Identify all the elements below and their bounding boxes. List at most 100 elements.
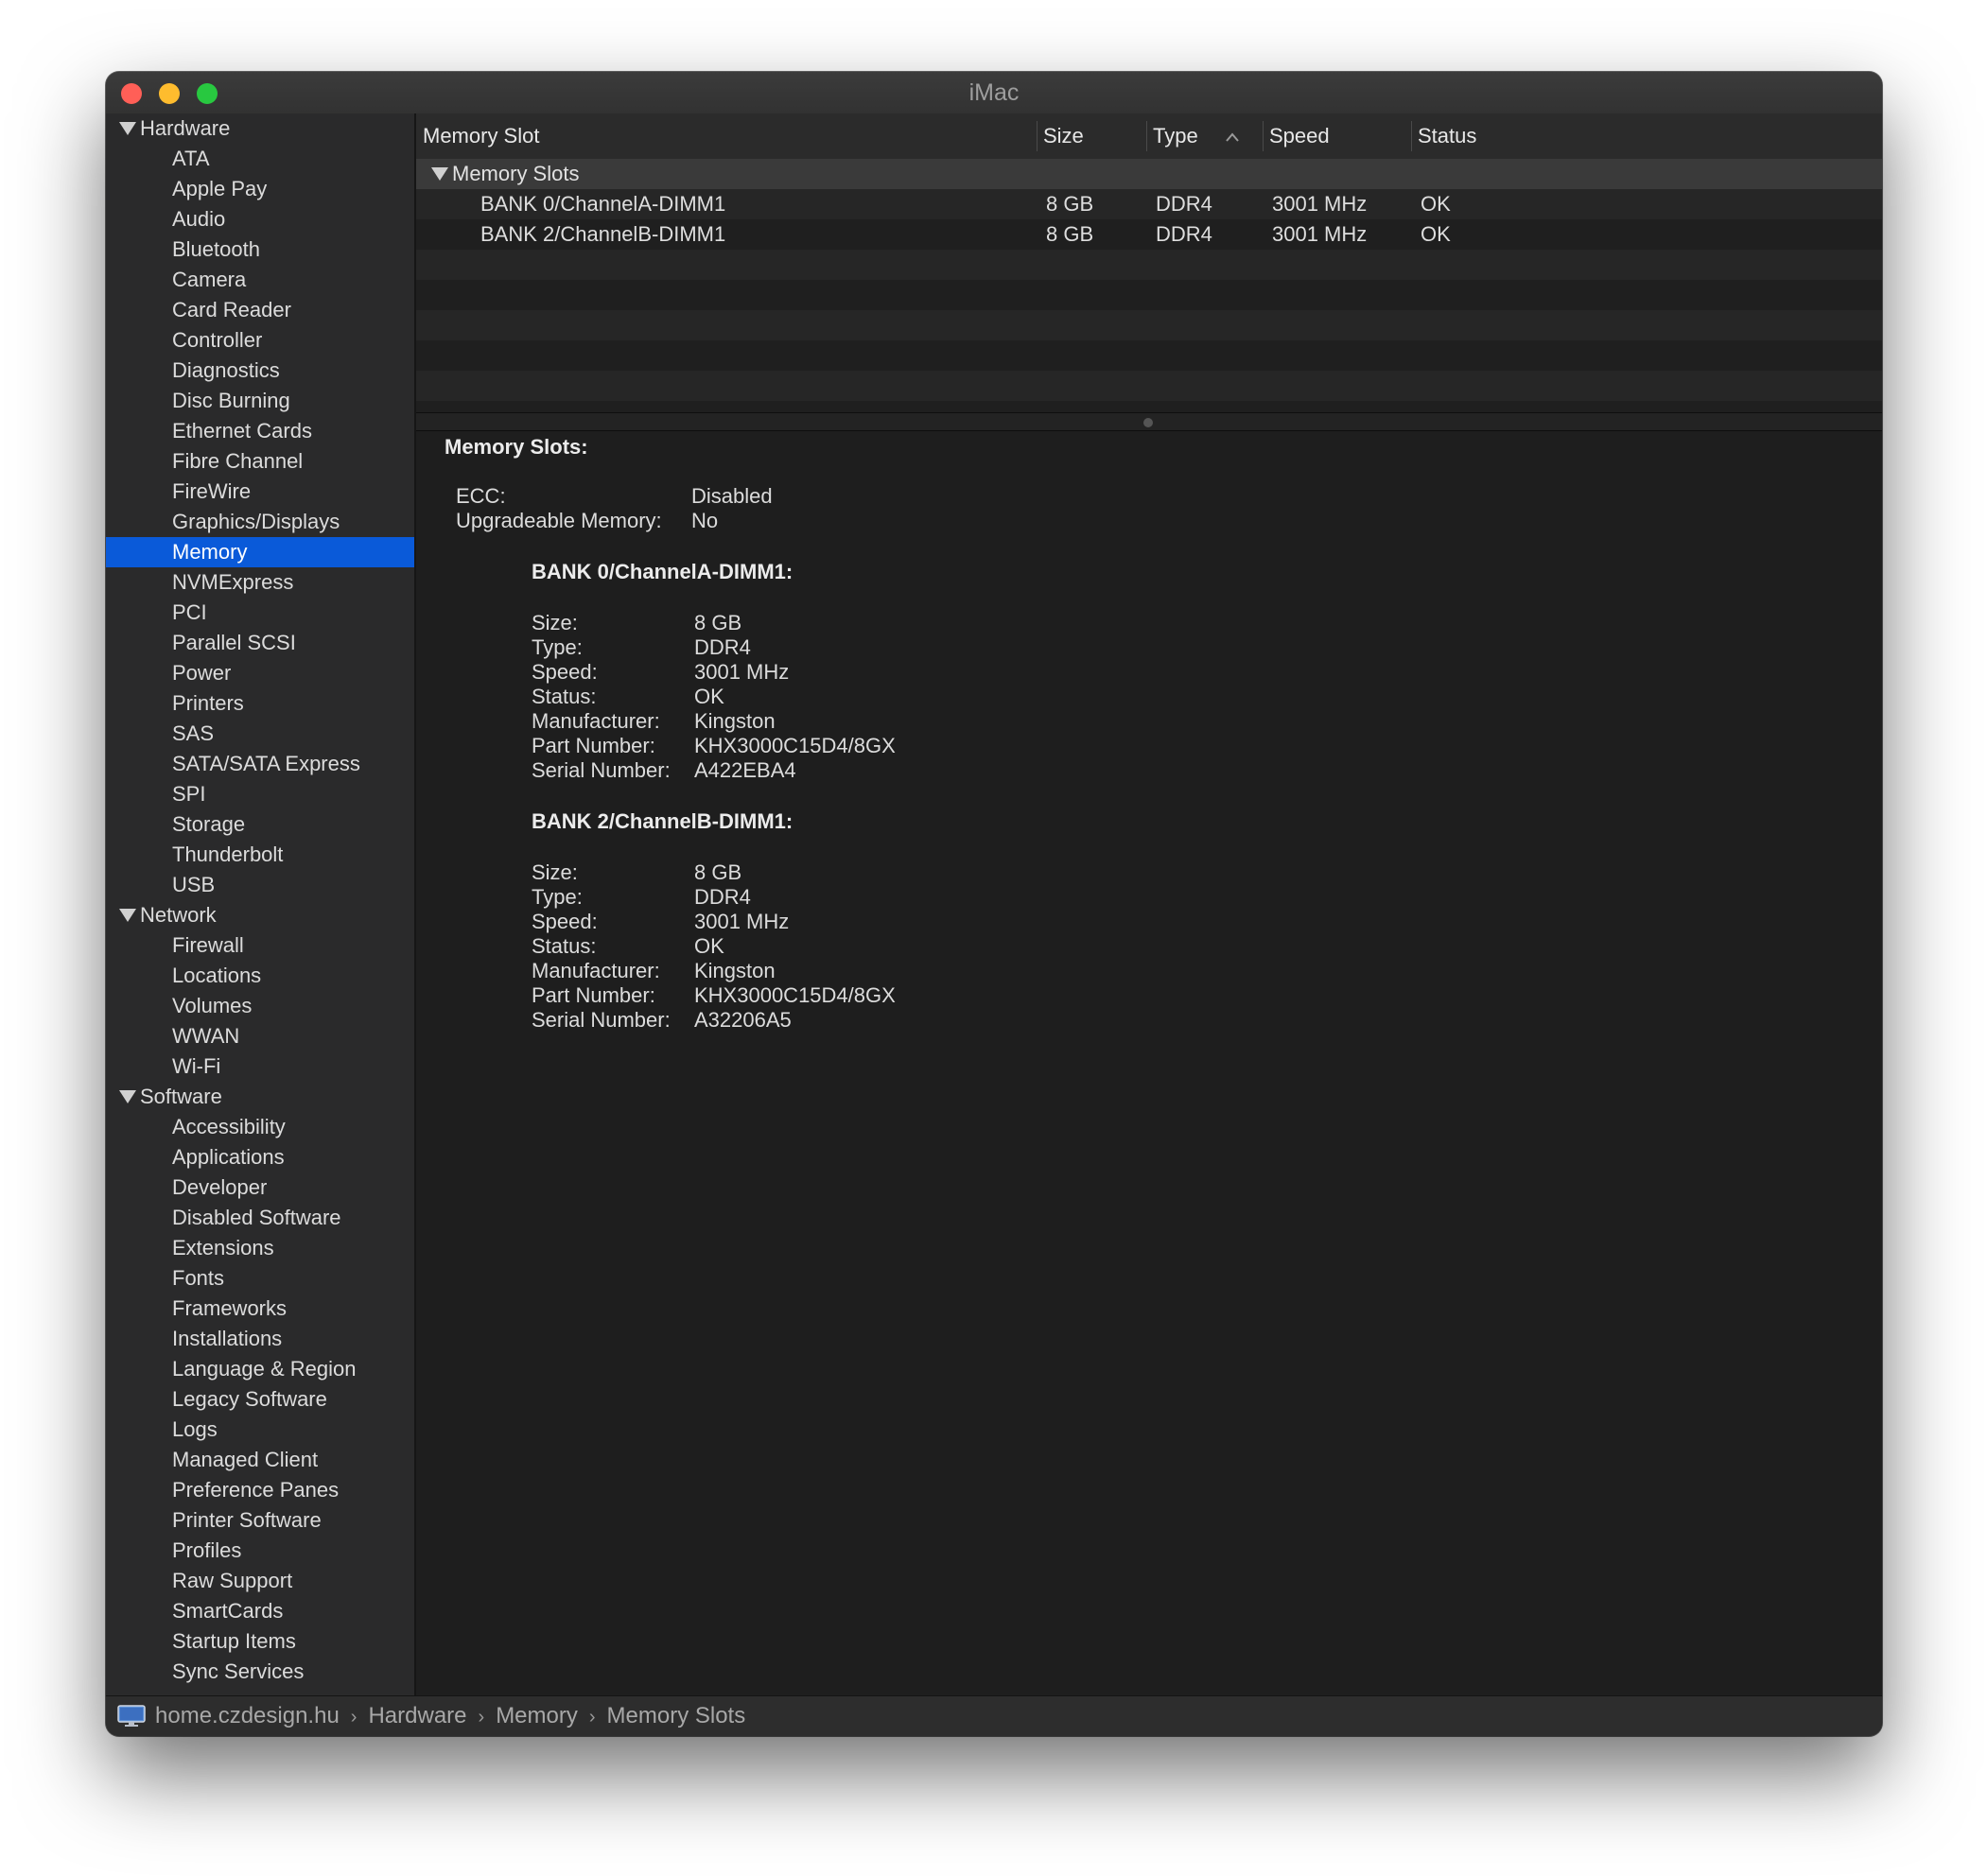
sidebar-item-firewall[interactable]: Firewall	[106, 930, 414, 961]
disclosure-triangle-icon[interactable]	[431, 167, 448, 181]
sidebar-item-diagnostics[interactable]: Diagnostics	[106, 356, 414, 386]
path-segment-memory-slots[interactable]: Memory Slots	[607, 1696, 746, 1736]
sidebar-item-extensions[interactable]: Extensions	[106, 1233, 414, 1263]
sidebar-group-network[interactable]: Network	[106, 900, 414, 930]
sidebar-group-hardware[interactable]: Hardware	[106, 113, 414, 144]
cell-status: OK	[1421, 192, 1451, 216]
sidebar-item-developer[interactable]: Developer	[106, 1172, 414, 1203]
column-divider[interactable]	[1037, 121, 1038, 151]
cell-speed: 3001 MHz	[1272, 222, 1368, 246]
sidebar-item-label: Card Reader	[172, 298, 291, 321]
title-bar[interactable]: iMac	[106, 72, 1882, 114]
sidebar-item-logs[interactable]: Logs	[106, 1415, 414, 1445]
disclosure-triangle-icon[interactable]	[119, 1090, 136, 1103]
sidebar-item-apple-pay[interactable]: Apple Pay	[106, 174, 414, 204]
disclosure-triangle-icon[interactable]	[119, 909, 136, 922]
table-row[interactable]: BANK 0/ChannelA-DIMM1 8 GB DDR4 3001 MHz…	[416, 189, 1882, 219]
sidebar-item-legacy-software[interactable]: Legacy Software	[106, 1384, 414, 1415]
sidebar-item-parallel-scsi[interactable]: Parallel SCSI	[106, 628, 414, 658]
column-header-speed[interactable]: Speed	[1269, 113, 1330, 159]
table-header: Memory Slot Size Type Speed Status	[416, 113, 1882, 160]
path-segment-host[interactable]: home.czdesign.hu	[155, 1696, 340, 1736]
sidebar-item-usb[interactable]: USB	[106, 870, 414, 900]
sidebar-item-spi[interactable]: SPI	[106, 779, 414, 809]
chevron-up-icon[interactable]	[1226, 132, 1239, 142]
column-divider[interactable]	[1411, 121, 1412, 151]
sidebar-item-label: Audio	[172, 207, 226, 231]
sidebar-item-volumes[interactable]: Volumes	[106, 991, 414, 1021]
detail-value: Disabled	[691, 484, 773, 508]
sidebar-item-label: WWAN	[172, 1024, 240, 1048]
sidebar-item-camera[interactable]: Camera	[106, 265, 414, 295]
sidebar-item-label: Wi-Fi	[172, 1054, 221, 1078]
column-header-memory-slot[interactable]: Memory Slot	[423, 113, 539, 159]
sidebar-item-sata-sata-express[interactable]: SATA/SATA Express	[106, 749, 414, 779]
sidebar-item-smartcards[interactable]: SmartCards	[106, 1596, 414, 1626]
sidebar-item-locations[interactable]: Locations	[106, 961, 414, 991]
table-group-row[interactable]: Memory Slots	[416, 159, 1882, 189]
sidebar-item-graphics-displays[interactable]: Graphics/Displays	[106, 507, 414, 537]
sidebar-item-accessibility[interactable]: Accessibility	[106, 1112, 414, 1142]
sidebar-item-memory[interactable]: Memory	[106, 537, 414, 567]
sidebar-item-label: Graphics/Displays	[172, 510, 340, 533]
sidebar-item-label: Accessibility	[172, 1115, 286, 1138]
column-header-type[interactable]: Type	[1153, 113, 1198, 159]
sidebar-item-label: SATA/SATA Express	[172, 752, 360, 775]
column-divider[interactable]	[1263, 121, 1264, 151]
sidebar-item-raw-support[interactable]: Raw Support	[106, 1566, 414, 1596]
path-segment-hardware[interactable]: Hardware	[368, 1696, 466, 1736]
divider-handle-icon[interactable]	[1143, 418, 1153, 427]
sidebar-item-language-region[interactable]: Language & Region	[106, 1354, 414, 1384]
column-divider[interactable]	[1146, 121, 1147, 151]
sidebar-group-software[interactable]: Software	[106, 1082, 414, 1112]
sidebar-item-printers[interactable]: Printers	[106, 688, 414, 719]
sidebar-item-thunderbolt[interactable]: Thunderbolt	[106, 840, 414, 870]
table-row[interactable]: BANK 2/ChannelB-DIMM1 8 GB DDR4 3001 MHz…	[416, 219, 1882, 250]
sidebar-item-disc-burning[interactable]: Disc Burning	[106, 386, 414, 416]
sidebar-item-power[interactable]: Power	[106, 658, 414, 688]
column-header-size[interactable]: Size	[1043, 113, 1084, 159]
sidebar-item-applications[interactable]: Applications	[106, 1142, 414, 1172]
sidebar-item-installations[interactable]: Installations	[106, 1324, 414, 1354]
window-title: iMac	[968, 79, 1020, 106]
split-view-divider[interactable]	[416, 413, 1882, 431]
sidebar-item-disabled-software[interactable]: Disabled Software	[106, 1203, 414, 1233]
sidebar-item-bluetooth[interactable]: Bluetooth	[106, 234, 414, 265]
sidebar-item-controller[interactable]: Controller	[106, 325, 414, 356]
sidebar-item-label: Camera	[172, 268, 247, 291]
sidebar-item-sync-services[interactable]: Sync Services	[106, 1657, 414, 1687]
sidebar-item-label: Disabled Software	[172, 1206, 341, 1229]
sidebar-item-label: SAS	[172, 721, 215, 745]
sidebar-item-label: Volumes	[172, 994, 253, 1017]
detail-label: Manufacturer:	[532, 959, 660, 982]
sidebar-item-pci[interactable]: PCI	[106, 598, 414, 628]
path-segment-memory[interactable]: Memory	[496, 1696, 578, 1736]
sidebar-item-wwan[interactable]: WWAN	[106, 1021, 414, 1051]
sidebar-item-nvmexpress[interactable]: NVMExpress	[106, 567, 414, 598]
empty-table-row	[416, 401, 1882, 412]
sidebar-item-wi-fi[interactable]: Wi-Fi	[106, 1051, 414, 1082]
sidebar-item-sas[interactable]: SAS	[106, 719, 414, 749]
cell-type: DDR4	[1156, 192, 1212, 216]
sidebar-item-audio[interactable]: Audio	[106, 204, 414, 234]
sidebar-item-printer-software[interactable]: Printer Software	[106, 1505, 414, 1536]
sidebar-item-label: Logs	[172, 1417, 218, 1441]
disclosure-triangle-icon[interactable]	[119, 122, 136, 135]
column-header-status[interactable]: Status	[1418, 113, 1476, 159]
sidebar-item-label: Diagnostics	[172, 358, 280, 382]
sidebar-item-storage[interactable]: Storage	[106, 809, 414, 840]
sidebar-item-frameworks[interactable]: Frameworks	[106, 1294, 414, 1324]
sidebar-item-label: Preference Panes	[172, 1478, 340, 1502]
detail-label: Status:	[532, 685, 597, 708]
sidebar-item-ata[interactable]: ATA	[106, 144, 414, 174]
sidebar-item-managed-client[interactable]: Managed Client	[106, 1445, 414, 1475]
sidebar-item-card-reader[interactable]: Card Reader	[106, 295, 414, 325]
sidebar-item-label: Printers	[172, 691, 244, 715]
sidebar-item-startup-items[interactable]: Startup Items	[106, 1626, 414, 1657]
sidebar-item-ethernet-cards[interactable]: Ethernet Cards	[106, 416, 414, 446]
sidebar-item-preference-panes[interactable]: Preference Panes	[106, 1475, 414, 1505]
sidebar-item-fonts[interactable]: Fonts	[106, 1263, 414, 1294]
sidebar-item-fibre-channel[interactable]: Fibre Channel	[106, 446, 414, 477]
sidebar-item-firewire[interactable]: FireWire	[106, 477, 414, 507]
sidebar-item-profiles[interactable]: Profiles	[106, 1536, 414, 1566]
